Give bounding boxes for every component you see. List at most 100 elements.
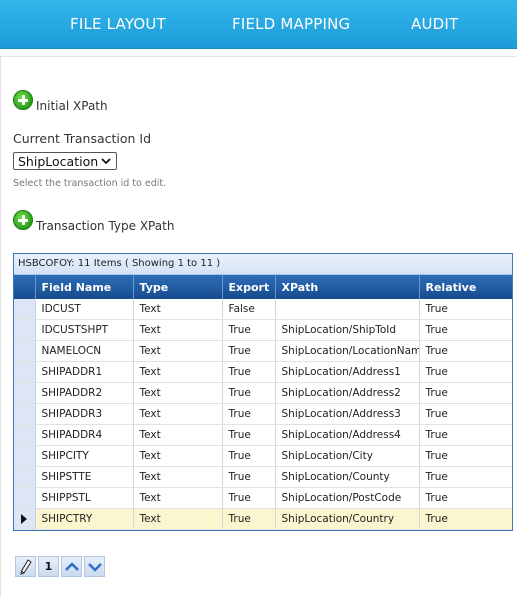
export-cell[interactable]: True (222, 319, 276, 341)
row-selector[interactable] (14, 487, 36, 509)
row-selector[interactable] (14, 299, 36, 320)
relative-cell[interactable]: True (419, 424, 512, 446)
xpath-cell[interactable]: ShipLocation/Address4 (275, 424, 420, 446)
field-name-cell[interactable]: IDCUST (35, 299, 134, 320)
xpath-cell[interactable]: ShipLocation/LocationName (275, 340, 420, 362)
field-name-cell[interactable]: IDCUSTSHPT (35, 319, 134, 341)
row-selector[interactable] (14, 361, 36, 383)
row-selector[interactable] (14, 508, 36, 530)
row-selector[interactable] (14, 403, 36, 425)
field-name-cell[interactable]: SHIPADDR1 (35, 361, 134, 383)
xpath-cell[interactable]: ShipLocation/Address3 (275, 403, 420, 425)
type-cell[interactable]: Text (133, 361, 223, 383)
column-header-type[interactable]: Type (133, 275, 223, 299)
relative-cell[interactable]: True (419, 361, 512, 383)
row-selector[interactable] (14, 319, 36, 341)
tab-file-layout[interactable]: FILE LAYOUT (70, 15, 166, 33)
type-cell[interactable]: Text (133, 299, 223, 320)
plus-circle-icon[interactable] (13, 90, 33, 110)
table-row[interactable]: SHIPADDR1 Text True ShipLocation/Address1 Tr… (14, 361, 512, 383)
type-cell[interactable]: Text (133, 382, 223, 404)
xpath-cell[interactable]: ShipLocation/Address2 (275, 382, 420, 404)
pencil-icon (19, 558, 32, 575)
table-row[interactable]: SHIPADDR2 Text True ShipLocation/Address2 Tr… (14, 382, 512, 404)
row-selector[interactable] (14, 445, 36, 467)
transaction-id-label: Current Transaction Id (13, 131, 152, 146)
column-header-field-name[interactable]: Field Name (35, 275, 134, 299)
field-name-cell[interactable]: SHIPADDR2 (35, 382, 134, 404)
field-name-cell[interactable]: SHIPCTRY (35, 508, 134, 530)
tab-field-mapping[interactable]: FIELD MAPPING (232, 15, 350, 33)
add-transaction-type-xpath-button[interactable]: Transaction Type XPath (13, 210, 174, 233)
relative-cell[interactable]: True (419, 445, 512, 467)
export-cell[interactable]: True (222, 403, 276, 425)
xpath-cell[interactable]: ShipLocation/City (275, 445, 420, 467)
table-row[interactable]: SHIPSTTE Text True ShipLocation/County True (14, 466, 512, 488)
type-cell[interactable]: Text (133, 508, 223, 530)
xpath-cell[interactable] (275, 299, 420, 320)
row-selector[interactable] (14, 466, 36, 488)
plus-circle-icon[interactable] (13, 210, 33, 230)
field-name-cell[interactable]: SHIPADDR4 (35, 424, 134, 446)
xpath-cell[interactable]: ShipLocation/PostCode (275, 487, 420, 509)
relative-cell[interactable]: True (419, 340, 512, 362)
xpath-cell[interactable]: ShipLocation/Address1 (275, 361, 420, 383)
export-cell[interactable]: False (222, 299, 276, 320)
relative-cell[interactable]: True (419, 508, 512, 530)
field-grid: HSBCOFOY: 11 Items ( Showing 1 to 11 ) F… (13, 253, 513, 531)
edit-button[interactable] (15, 556, 36, 577)
column-header-export[interactable]: Export (222, 275, 276, 299)
relative-cell[interactable]: True (419, 403, 512, 425)
row-selector[interactable] (14, 382, 36, 404)
add-initial-xpath-button[interactable]: Initial XPath (13, 90, 108, 113)
xpath-cell[interactable]: ShipLocation/Country (275, 508, 420, 530)
type-cell[interactable]: Text (133, 424, 223, 446)
relative-cell[interactable]: True (419, 466, 512, 488)
export-cell[interactable]: True (222, 445, 276, 467)
relative-cell[interactable]: True (419, 487, 512, 509)
export-cell[interactable]: True (222, 508, 276, 530)
export-cell[interactable]: True (222, 424, 276, 446)
table-row[interactable]: SHIPPSTL Text True ShipLocation/PostCode Tru… (14, 487, 512, 509)
xpath-cell[interactable]: ShipLocation/County (275, 466, 420, 488)
table-row[interactable]: SHIPCITY Text True ShipLocation/City True (14, 445, 512, 467)
field-name-cell[interactable]: SHIPCITY (35, 445, 134, 467)
table-row[interactable]: SHIPADDR3 Text True ShipLocation/Address3 Tr… (14, 403, 512, 425)
type-cell[interactable]: Text (133, 340, 223, 362)
table-row[interactable]: IDCUST Text False True (14, 299, 512, 320)
table-row[interactable]: SHIPADDR4 Text True ShipLocation/Address4 Tr… (14, 424, 512, 446)
field-name-cell[interactable]: SHIPADDR3 (35, 403, 134, 425)
field-name-cell[interactable]: SHIPPSTL (35, 487, 134, 509)
type-cell[interactable]: Text (133, 403, 223, 425)
type-cell[interactable]: Text (133, 445, 223, 467)
row-selector[interactable] (14, 424, 36, 446)
top-navigation: FILE LAYOUT FIELD MAPPING AUDIT (0, 0, 517, 49)
relative-cell[interactable]: True (419, 299, 512, 320)
table-row[interactable]: SHIPCTRY Text True ShipLocation/Country True (14, 508, 512, 530)
table-row[interactable]: IDCUSTSHPT Text True ShipLocation/ShipToId T… (14, 319, 512, 341)
move-up-button[interactable] (61, 556, 82, 577)
tab-audit[interactable]: AUDIT (411, 15, 458, 33)
export-cell[interactable]: True (222, 361, 276, 383)
field-name-cell[interactable]: SHIPSTTE (35, 466, 134, 488)
type-cell[interactable]: Text (133, 487, 223, 509)
transaction-id-select[interactable]: ShipLocation (13, 152, 117, 170)
export-cell[interactable]: True (222, 487, 276, 509)
type-cell[interactable]: Text (133, 466, 223, 488)
column-header-xpath[interactable]: XPath (275, 275, 420, 299)
type-cell[interactable]: Text (133, 319, 223, 341)
export-cell[interactable]: True (222, 466, 276, 488)
page-number[interactable]: 1 (38, 556, 59, 577)
table-row[interactable]: NAMELOCN Text True ShipLocation/LocationNam… (14, 340, 512, 362)
relative-cell[interactable]: True (419, 319, 512, 341)
field-name-cell[interactable]: NAMELOCN (35, 340, 134, 362)
grid-pager: 1 (15, 556, 107, 577)
move-down-button[interactable] (84, 556, 105, 577)
table-header-row: Field Name Type Export XPath Relative (14, 275, 512, 299)
export-cell[interactable]: True (222, 382, 276, 404)
column-header-relative[interactable]: Relative (419, 275, 512, 299)
relative-cell[interactable]: True (419, 382, 512, 404)
row-selector[interactable] (14, 340, 36, 362)
xpath-cell[interactable]: ShipLocation/ShipToId (275, 319, 420, 341)
export-cell[interactable]: True (222, 340, 276, 362)
